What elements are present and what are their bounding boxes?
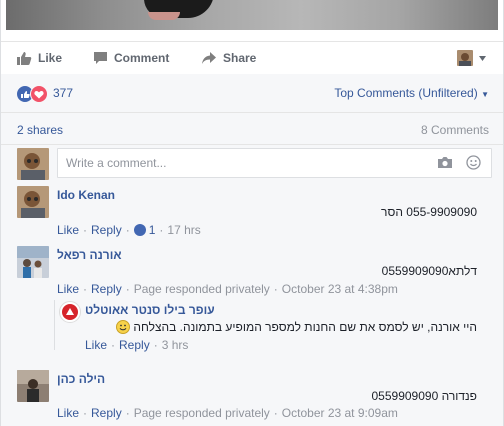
camera-icon[interactable] xyxy=(437,156,453,169)
comment-reply-button[interactable]: Reply xyxy=(91,282,122,296)
comment-filter-dropdown[interactable]: Top Comments (Unfiltered) ▼ xyxy=(334,86,489,100)
post-action-bar: Like Comment Share xyxy=(1,41,503,75)
comment-text: דלתא0559909090 xyxy=(381,264,477,278)
comment-reply-button[interactable]: Reply xyxy=(91,406,122,420)
comment-time[interactable]: October 23 at 4:38pm xyxy=(282,282,398,296)
comment-like-button[interactable]: Like xyxy=(57,406,79,420)
comment-time[interactable]: 17 hrs xyxy=(167,223,200,237)
reply-time[interactable]: 3 hrs xyxy=(162,338,189,352)
comment-button[interactable]: Comment xyxy=(93,42,169,74)
reply-text-row: היי אורנה, יש לסמס את שם החנות למספר המו… xyxy=(116,320,477,334)
separator: · xyxy=(83,282,88,296)
like-button[interactable]: Like xyxy=(16,42,62,74)
comment-input[interactable] xyxy=(64,155,428,171)
comments-count: 8 Comments xyxy=(420,123,489,137)
divider xyxy=(1,144,503,145)
share-button[interactable]: Share xyxy=(201,42,256,74)
reply-reply-button[interactable]: Reply xyxy=(119,338,150,352)
photo-sole xyxy=(148,12,180,20)
comment-status: Page responded privately xyxy=(133,406,270,420)
comment-like-count[interactable]: 1 xyxy=(133,223,155,237)
share-arrow-icon xyxy=(202,52,216,64)
comment-author[interactable]: הילה כהן xyxy=(57,372,105,386)
commenter-avatar[interactable] xyxy=(17,246,49,278)
actor-selector[interactable] xyxy=(457,42,486,74)
comment-icon xyxy=(94,52,107,64)
share-label: Share xyxy=(223,51,257,65)
commenter-avatar[interactable] xyxy=(17,370,49,402)
reaction-count[interactable]: 377 xyxy=(53,86,73,100)
post-card: Like Comment Share 377 Top Comments (Unf… xyxy=(0,0,504,426)
reply-author[interactable]: עופר בילו סנטר אאוטלט xyxy=(85,303,215,317)
comment-reply-button[interactable]: Reply xyxy=(91,223,122,237)
caret-down-icon: ▼ xyxy=(481,90,489,99)
page-avatar[interactable] xyxy=(59,301,81,323)
love-reaction-icon xyxy=(30,85,48,103)
shares-link[interactable]: 2 shares xyxy=(17,123,63,137)
like-reaction-icon xyxy=(133,224,146,236)
reply-like-button[interactable]: Like xyxy=(85,338,107,352)
separator: · xyxy=(125,406,130,420)
comment-text: 055-9909090 הסר xyxy=(381,205,477,219)
separator: · xyxy=(273,406,278,420)
like-label: Like xyxy=(38,51,63,65)
thumbs-up-icon xyxy=(17,52,32,65)
separator: · xyxy=(125,282,130,296)
comment-meta: Like · Reply · Page responded privately … xyxy=(57,282,398,296)
separator: · xyxy=(159,223,164,237)
emoji-icon[interactable] xyxy=(466,155,481,170)
comment-meta: Like · Reply · Page responded privately … xyxy=(57,406,398,420)
reply-text: היי אורנה, יש לסמס את שם החנות למספר המו… xyxy=(133,320,477,334)
separator: · xyxy=(153,338,158,352)
comment-like-button[interactable]: Like xyxy=(57,223,79,237)
comment-author[interactable]: אורנה רפאל xyxy=(57,248,122,262)
post-photo[interactable] xyxy=(6,0,498,30)
smiley-icon xyxy=(116,320,131,334)
comment-time[interactable]: October 23 at 9:09am xyxy=(282,406,398,420)
separator: · xyxy=(111,338,116,352)
comment-filter-label: Top Comments (Unfiltered) xyxy=(334,86,478,100)
comment-label: Comment xyxy=(114,51,170,65)
comment-author[interactable]: Ido Kenan xyxy=(57,188,115,202)
comment-meta: Like · Reply · 1 · 17 hrs xyxy=(57,223,201,237)
composer-avatar xyxy=(17,148,49,180)
separator: · xyxy=(83,406,88,420)
reply-meta: Like · Reply · 3 hrs xyxy=(85,338,188,352)
comment-status: Page responded privately xyxy=(133,282,270,296)
comment-input-box xyxy=(57,148,492,178)
reaction-icons[interactable] xyxy=(16,85,48,103)
caret-down-icon xyxy=(479,55,486,61)
actor-avatar xyxy=(457,50,473,66)
comment-like-button[interactable]: Like xyxy=(57,282,79,296)
separator: · xyxy=(273,282,278,296)
separator: · xyxy=(125,223,130,237)
separator: · xyxy=(83,223,88,237)
reply-thread-line xyxy=(54,300,55,350)
commenter-avatar[interactable] xyxy=(17,186,49,218)
comment-text: פנדורה 0559909090 xyxy=(371,389,478,403)
